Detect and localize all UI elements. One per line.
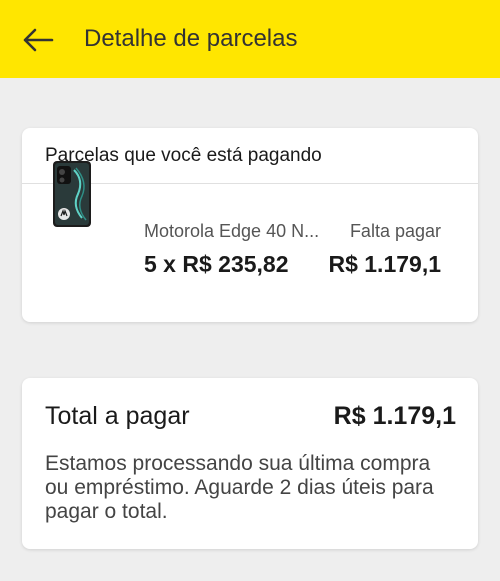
product-image [52, 160, 92, 228]
product-name: Motorola Edge 40 N... [144, 221, 320, 241]
processing-notice: Estamos processando sua última compra ou… [45, 452, 434, 523]
total-label: Total a pagar [45, 402, 190, 430]
phone-image-icon [53, 161, 91, 227]
top-app-bar: Detalhe de parcelas [0, 0, 500, 78]
back-button[interactable] [20, 22, 56, 58]
arrow-left-icon [23, 28, 54, 52]
total-amount: R$ 1.179,1 [333, 402, 456, 430]
remaining-amount: R$ 1.179,1 [328, 251, 441, 277]
page-title: Detalhe de parcelas [84, 25, 298, 52]
total-card: Total a pagar R$ 1.179,1 Estamos process… [22, 378, 478, 549]
remaining-label: Falta pagar [349, 221, 441, 241]
installment-amount: 5 x R$ 235,82 [144, 251, 289, 277]
